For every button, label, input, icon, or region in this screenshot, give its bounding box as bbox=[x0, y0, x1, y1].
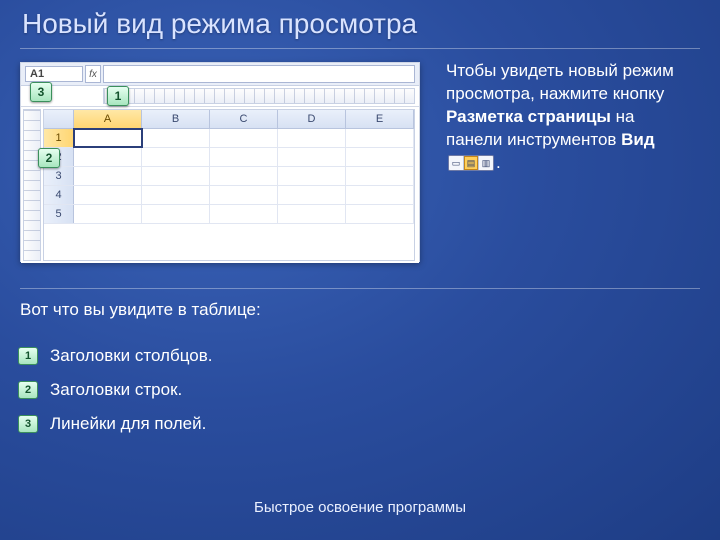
para-text-3: . bbox=[496, 153, 501, 172]
table-row: 5 bbox=[44, 205, 414, 224]
ruler-ticks-v bbox=[24, 110, 40, 260]
callout-badge-1: 1 bbox=[107, 86, 129, 106]
ruler-ticks-h bbox=[104, 89, 414, 103]
column-headers: A B C D E bbox=[44, 110, 414, 129]
para-text-1: Чтобы увидеть новый режим просмотра, наж… bbox=[446, 61, 674, 103]
sheet-body: A B C D E 1 2 bbox=[21, 107, 419, 263]
table-row: 2 bbox=[44, 148, 414, 167]
list-text-1: Заголовки столбцов. bbox=[50, 346, 212, 366]
view-mode-toolbar-icon: ▭ ▤ ▥ bbox=[448, 155, 494, 171]
row-header: 5 bbox=[44, 205, 74, 223]
list-badge-1: 1 bbox=[18, 347, 38, 365]
cell bbox=[142, 129, 210, 147]
column-header: B bbox=[142, 110, 210, 128]
row-header: 1 bbox=[44, 129, 74, 147]
footer-text: Быстрое освоение программы bbox=[0, 499, 720, 516]
row-header: 3 bbox=[44, 167, 74, 185]
divider-top bbox=[20, 48, 700, 49]
list-badge-3: 3 bbox=[18, 415, 38, 433]
list-item: 3 Линейки для полей. bbox=[18, 414, 212, 434]
subheading: Вот что вы увидите в таблице: bbox=[20, 300, 261, 320]
cell bbox=[346, 167, 414, 185]
select-all-corner bbox=[44, 110, 74, 128]
callout-badge-2: 2 bbox=[38, 148, 60, 168]
cell bbox=[278, 167, 346, 185]
list-text-3: Линейки для полей. bbox=[50, 414, 206, 434]
cell bbox=[142, 205, 210, 223]
formula-input bbox=[103, 65, 415, 83]
cell bbox=[278, 148, 346, 166]
row-header: 4 bbox=[44, 186, 74, 204]
cell bbox=[278, 186, 346, 204]
horizontal-ruler bbox=[103, 88, 415, 104]
list-text-2: Заголовки строк. bbox=[50, 380, 182, 400]
cell bbox=[74, 167, 142, 185]
horizontal-ruler-area bbox=[21, 86, 419, 107]
fx-icon: fx bbox=[85, 65, 101, 83]
cell bbox=[210, 167, 278, 185]
column-header: A bbox=[74, 110, 142, 128]
cell bbox=[210, 129, 278, 147]
cell bbox=[346, 148, 414, 166]
column-header: D bbox=[278, 110, 346, 128]
slide: Новый вид режима просмотра A1 fx A B bbox=[0, 0, 720, 540]
list-item: 1 Заголовки столбцов. bbox=[18, 346, 212, 366]
cell bbox=[210, 186, 278, 204]
excel-screenshot: A1 fx A B C D E bbox=[20, 62, 420, 262]
cell bbox=[346, 205, 414, 223]
instruction-paragraph: Чтобы увидеть новый режим просмотра, наж… bbox=[446, 60, 690, 175]
table-row: 1 bbox=[44, 129, 414, 148]
cell bbox=[210, 148, 278, 166]
column-header: C bbox=[210, 110, 278, 128]
cell bbox=[142, 148, 210, 166]
cell bbox=[74, 205, 142, 223]
para-bold-1: Разметка страницы bbox=[446, 107, 611, 126]
cell bbox=[278, 205, 346, 223]
view-page-layout-icon: ▤ bbox=[464, 156, 479, 170]
formula-bar-row: A1 fx bbox=[21, 63, 419, 86]
name-box: A1 bbox=[25, 66, 83, 82]
worksheet: A B C D E 1 2 bbox=[43, 109, 415, 261]
table-row: 3 bbox=[44, 167, 414, 186]
cell-a1 bbox=[74, 129, 142, 147]
divider-middle bbox=[20, 288, 700, 289]
list-badge-2: 2 bbox=[18, 381, 38, 399]
cell bbox=[278, 129, 346, 147]
rows: 1 2 3 4 bbox=[44, 129, 414, 260]
view-normal-icon: ▭ bbox=[449, 156, 464, 170]
view-page-break-icon: ▥ bbox=[479, 156, 493, 170]
cell bbox=[210, 205, 278, 223]
para-bold-2: Вид bbox=[621, 130, 655, 149]
name-box-value: A1 bbox=[30, 68, 44, 80]
callout-list: 1 Заголовки столбцов. 2 Заголовки строк.… bbox=[18, 332, 212, 448]
cell bbox=[74, 148, 142, 166]
cell bbox=[346, 186, 414, 204]
slide-title: Новый вид режима просмотра bbox=[22, 8, 417, 40]
column-header: E bbox=[346, 110, 414, 128]
table-row: 4 bbox=[44, 186, 414, 205]
cell bbox=[74, 186, 142, 204]
list-item: 2 Заголовки строк. bbox=[18, 380, 212, 400]
cell bbox=[142, 167, 210, 185]
vertical-ruler bbox=[23, 109, 41, 261]
cell bbox=[142, 186, 210, 204]
cell bbox=[346, 129, 414, 147]
callout-badge-3: 3 bbox=[30, 82, 52, 102]
